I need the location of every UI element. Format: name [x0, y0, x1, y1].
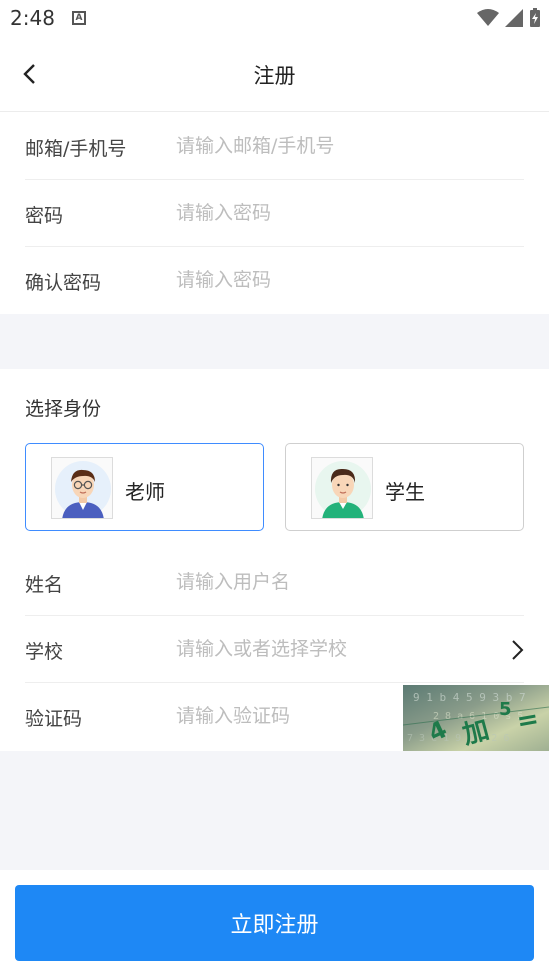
name-field[interactable]: [176, 567, 476, 597]
teacher-avatar: [51, 457, 113, 519]
school-field[interactable]: [176, 634, 476, 664]
confirm-password-row: 确认密码: [25, 247, 524, 314]
password-label: 密码: [25, 205, 64, 227]
confirm-password-label: 确认密码: [25, 272, 102, 294]
password-field[interactable]: [176, 198, 476, 228]
battery-icon: [530, 8, 540, 27]
captcha-label: 验证码: [25, 708, 83, 730]
status-bar: 2:48 A: [0, 0, 549, 38]
status-time: 2:48: [10, 6, 55, 30]
keyboard-indicator-icon: A: [72, 11, 86, 25]
name-row: 姓名: [25, 549, 524, 616]
teacher-avatar-icon: [55, 461, 111, 518]
email-field[interactable]: [176, 131, 476, 161]
email-label: 邮箱/手机号: [25, 138, 127, 160]
page-title: 注册: [253, 64, 296, 88]
account-form: 邮箱/手机号 密码 确认密码: [0, 113, 549, 314]
svg-text:5: 5: [499, 699, 512, 720]
role-card-student[interactable]: 学生: [285, 443, 524, 531]
student-label: 学生: [385, 480, 425, 504]
captcha-image[interactable]: 9 1 b 4 5 9 3 b 7 2 8 a 6 1 0 s 5 7 3 e …: [403, 685, 549, 751]
status-icons: [477, 8, 541, 28]
identity-title: 选择身份: [25, 398, 102, 420]
bottom-spacer: [0, 751, 549, 870]
name-label: 姓名: [25, 574, 64, 596]
signal-icon: [505, 9, 523, 27]
app-bar: 注册: [0, 38, 549, 112]
wifi-icon: [477, 9, 499, 26]
captcha-field[interactable]: [176, 701, 396, 731]
chevron-right-icon[interactable]: [505, 638, 529, 662]
password-row: 密码: [25, 180, 524, 247]
school-label: 学校: [25, 641, 64, 663]
student-avatar-icon: [315, 461, 371, 518]
role-card-teacher[interactable]: 老师: [25, 443, 264, 531]
student-avatar: [311, 457, 373, 519]
svg-text:7 3 e 1 9 4 k 2 6: 7 3 e 1 9 4 k 2 6: [407, 733, 509, 744]
email-row: 邮箱/手机号: [25, 113, 524, 180]
register-button[interactable]: 立即注册: [15, 885, 534, 961]
section-divider: [0, 314, 549, 369]
teacher-label: 老师: [125, 480, 165, 504]
captcha-picture: 9 1 b 4 5 9 3 b 7 2 8 a 6 1 0 s 5 7 3 e …: [403, 685, 549, 751]
school-row[interactable]: 学校: [25, 616, 524, 683]
confirm-password-field[interactable]: [176, 265, 476, 295]
